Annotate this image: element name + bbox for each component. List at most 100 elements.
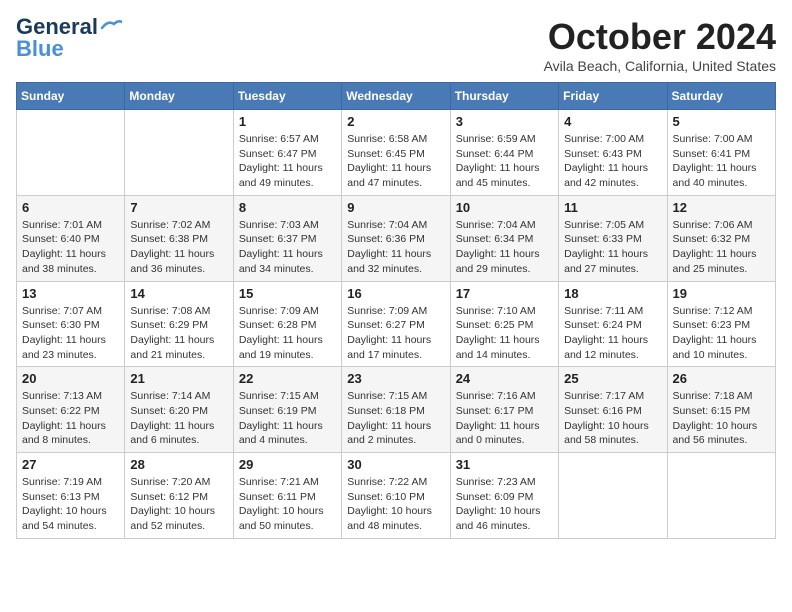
day-info: Sunrise: 7:05 AM Sunset: 6:33 PM Dayligh… (564, 218, 661, 277)
calendar-cell: 11 Sunrise: 7:05 AM Sunset: 6:33 PM Dayli… (559, 195, 667, 281)
day-info: Sunrise: 7:20 AM Sunset: 6:12 PM Dayligh… (130, 475, 227, 534)
day-number: 30 (347, 457, 444, 472)
day-number: 23 (347, 371, 444, 386)
month-title: October 2024 (544, 16, 776, 58)
day-number: 18 (564, 286, 661, 301)
calendar-cell: 19 Sunrise: 7:12 AM Sunset: 6:23 PM Dayli… (667, 281, 775, 367)
day-number: 8 (239, 200, 336, 215)
day-info: Sunrise: 7:00 AM Sunset: 6:41 PM Dayligh… (673, 132, 770, 191)
day-number: 11 (564, 200, 661, 215)
day-info: Sunrise: 7:09 AM Sunset: 6:27 PM Dayligh… (347, 304, 444, 363)
calendar-cell: 26Sunrise: 7:18 AM Sunset: 6:15 PM Dayli… (667, 367, 775, 453)
day-info: Sunrise: 7:12 AM Sunset: 6:23 PM Dayligh… (673, 304, 770, 363)
calendar-cell: 23 Sunrise: 7:15 AM Sunset: 6:18 PM Dayli… (342, 367, 450, 453)
day-number: 21 (130, 371, 227, 386)
calendar-cell (125, 110, 233, 196)
day-info: Sunrise: 7:19 AM Sunset: 6:13 PM Dayligh… (22, 475, 119, 534)
weekday-header-friday: Friday (559, 83, 667, 110)
day-info: Sunrise: 7:22 AM Sunset: 6:10 PM Dayligh… (347, 475, 444, 534)
day-info: Sunrise: 7:02 AM Sunset: 6:38 PM Dayligh… (130, 218, 227, 277)
day-info: Sunrise: 7:04 AM Sunset: 6:34 PM Dayligh… (456, 218, 553, 277)
day-info: Sunrise: 6:57 AM Sunset: 6:47 PM Dayligh… (239, 132, 336, 191)
calendar-cell: 30 Sunrise: 7:22 AM Sunset: 6:10 PM Dayli… (342, 453, 450, 539)
calendar-week-row: 27 Sunrise: 7:19 AM Sunset: 6:13 PM Dayli… (17, 453, 776, 539)
day-number: 25 (564, 371, 661, 386)
logo-bird-icon (100, 18, 122, 34)
day-info: Sunrise: 7:01 AM Sunset: 6:40 PM Dayligh… (22, 218, 119, 277)
location-subtitle: Avila Beach, California, United States (544, 58, 776, 74)
calendar-cell: 6 Sunrise: 7:01 AM Sunset: 6:40 PM Daylig… (17, 195, 125, 281)
day-info: Sunrise: 7:23 AM Sunset: 6:09 PM Dayligh… (456, 475, 553, 534)
weekday-header-sunday: Sunday (17, 83, 125, 110)
day-info: Sunrise: 7:09 AM Sunset: 6:28 PM Dayligh… (239, 304, 336, 363)
calendar-week-row: 1 Sunrise: 6:57 AM Sunset: 6:47 PM Daylig… (17, 110, 776, 196)
day-number: 20 (22, 371, 119, 386)
day-number: 3 (456, 114, 553, 129)
day-number: 15 (239, 286, 336, 301)
calendar-cell: 24 Sunrise: 7:16 AM Sunset: 6:17 PM Dayli… (450, 367, 558, 453)
day-number: 27 (22, 457, 119, 472)
calendar-cell: 8 Sunrise: 7:03 AM Sunset: 6:37 PM Daylig… (233, 195, 341, 281)
calendar-cell: 31 Sunrise: 7:23 AM Sunset: 6:09 PM Dayli… (450, 453, 558, 539)
logo: General Blue (16, 16, 122, 60)
day-info: Sunrise: 7:07 AM Sunset: 6:30 PM Dayligh… (22, 304, 119, 363)
calendar-header-row: SundayMondayTuesdayWednesdayThursdayFrid… (17, 83, 776, 110)
day-number: 19 (673, 286, 770, 301)
day-number: 22 (239, 371, 336, 386)
day-number: 12 (673, 200, 770, 215)
day-info: Sunrise: 7:08 AM Sunset: 6:29 PM Dayligh… (130, 304, 227, 363)
day-number: 13 (22, 286, 119, 301)
calendar-cell: 7 Sunrise: 7:02 AM Sunset: 6:38 PM Daylig… (125, 195, 233, 281)
day-number: 14 (130, 286, 227, 301)
day-number: 24 (456, 371, 553, 386)
day-number: 10 (456, 200, 553, 215)
day-info: Sunrise: 7:10 AM Sunset: 6:25 PM Dayligh… (456, 304, 553, 363)
day-info: Sunrise: 7:15 AM Sunset: 6:18 PM Dayligh… (347, 389, 444, 448)
calendar-cell: 28 Sunrise: 7:20 AM Sunset: 6:12 PM Dayli… (125, 453, 233, 539)
calendar-cell: 14 Sunrise: 7:08 AM Sunset: 6:29 PM Dayli… (125, 281, 233, 367)
day-number: 31 (456, 457, 553, 472)
calendar-cell: 10 Sunrise: 7:04 AM Sunset: 6:34 PM Dayli… (450, 195, 558, 281)
calendar-cell: 22Sunrise: 7:15 AM Sunset: 6:19 PM Dayli… (233, 367, 341, 453)
day-number: 1 (239, 114, 336, 129)
day-info: Sunrise: 6:59 AM Sunset: 6:44 PM Dayligh… (456, 132, 553, 191)
calendar-cell: 16 Sunrise: 7:09 AM Sunset: 6:27 PM Dayli… (342, 281, 450, 367)
day-info: Sunrise: 7:16 AM Sunset: 6:17 PM Dayligh… (456, 389, 553, 448)
calendar-cell: 20 Sunrise: 7:13 AM Sunset: 6:22 PM Dayli… (17, 367, 125, 453)
day-number: 2 (347, 114, 444, 129)
day-info: Sunrise: 7:03 AM Sunset: 6:37 PM Dayligh… (239, 218, 336, 277)
day-info: Sunrise: 7:21 AM Sunset: 6:11 PM Dayligh… (239, 475, 336, 534)
calendar-cell (667, 453, 775, 539)
day-number: 4 (564, 114, 661, 129)
day-number: 28 (130, 457, 227, 472)
day-number: 16 (347, 286, 444, 301)
day-info: Sunrise: 7:00 AM Sunset: 6:43 PM Dayligh… (564, 132, 661, 191)
calendar-cell: 21 Sunrise: 7:14 AM Sunset: 6:20 PM Dayli… (125, 367, 233, 453)
day-info: Sunrise: 7:13 AM Sunset: 6:22 PM Dayligh… (22, 389, 119, 448)
weekday-header-tuesday: Tuesday (233, 83, 341, 110)
title-block: October 2024 Avila Beach, California, Un… (544, 16, 776, 74)
weekday-header-monday: Monday (125, 83, 233, 110)
day-info: Sunrise: 6:58 AM Sunset: 6:45 PM Dayligh… (347, 132, 444, 191)
calendar-cell: 1 Sunrise: 6:57 AM Sunset: 6:47 PM Daylig… (233, 110, 341, 196)
calendar-cell (559, 453, 667, 539)
calendar-cell: 29 Sunrise: 7:21 AM Sunset: 6:11 PM Dayli… (233, 453, 341, 539)
page-header: General Blue October 2024 Avila Beach, C… (16, 16, 776, 74)
day-number: 7 (130, 200, 227, 215)
day-number: 29 (239, 457, 336, 472)
calendar-table: SundayMondayTuesdayWednesdayThursdayFrid… (16, 82, 776, 539)
day-info: Sunrise: 7:18 AM Sunset: 6:15 PM Dayligh… (673, 389, 770, 448)
calendar-week-row: 13 Sunrise: 7:07 AM Sunset: 6:30 PM Dayli… (17, 281, 776, 367)
calendar-cell: 13 Sunrise: 7:07 AM Sunset: 6:30 PM Dayli… (17, 281, 125, 367)
calendar-cell: 5Sunrise: 7:00 AM Sunset: 6:41 PM Daylig… (667, 110, 775, 196)
day-number: 6 (22, 200, 119, 215)
calendar-cell: 12Sunrise: 7:06 AM Sunset: 6:32 PM Dayli… (667, 195, 775, 281)
calendar-week-row: 6 Sunrise: 7:01 AM Sunset: 6:40 PM Daylig… (17, 195, 776, 281)
calendar-cell: 25Sunrise: 7:17 AM Sunset: 6:16 PM Dayli… (559, 367, 667, 453)
day-number: 17 (456, 286, 553, 301)
day-info: Sunrise: 7:14 AM Sunset: 6:20 PM Dayligh… (130, 389, 227, 448)
calendar-cell: 17 Sunrise: 7:10 AM Sunset: 6:25 PM Dayli… (450, 281, 558, 367)
calendar-week-row: 20 Sunrise: 7:13 AM Sunset: 6:22 PM Dayli… (17, 367, 776, 453)
calendar-cell: 18Sunrise: 7:11 AM Sunset: 6:24 PM Dayli… (559, 281, 667, 367)
weekday-header-saturday: Saturday (667, 83, 775, 110)
